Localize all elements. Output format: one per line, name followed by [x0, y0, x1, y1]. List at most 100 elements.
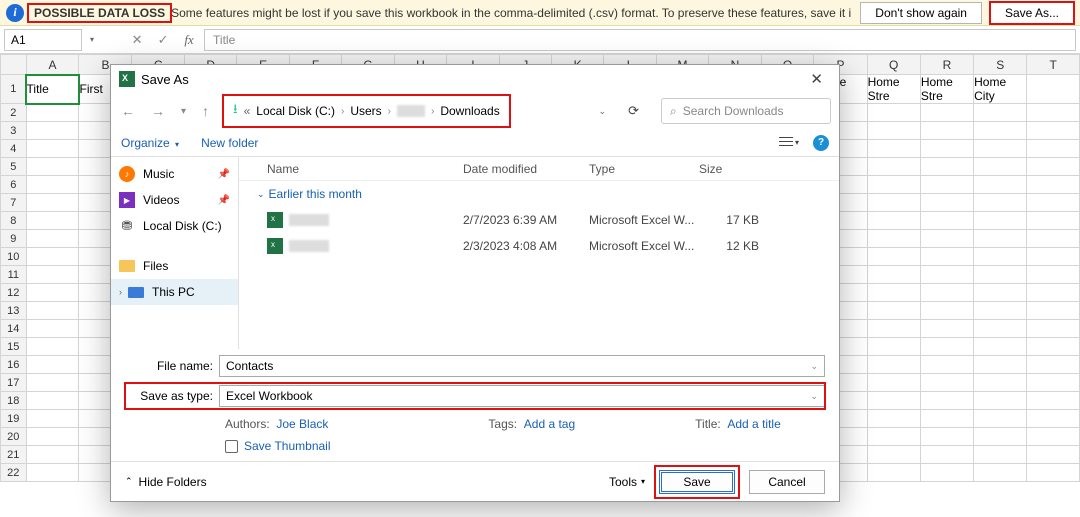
up-icon[interactable]: ↑ [200, 101, 211, 121]
cell[interactable] [867, 284, 920, 302]
cell[interactable] [26, 410, 79, 428]
forward-icon[interactable]: → [149, 101, 167, 121]
folder-tree[interactable]: ♪Music📌▶Videos📌⛃Local Disk (C:)Files›Thi… [111, 157, 239, 349]
cell[interactable] [26, 284, 79, 302]
cell[interactable] [26, 122, 79, 140]
back-icon[interactable]: ← [119, 101, 137, 121]
save-as-type-select[interactable]: Excel Workbook⌄ [219, 385, 825, 407]
cell[interactable] [974, 248, 1027, 266]
cell[interactable] [26, 320, 79, 338]
hide-folders-button[interactable]: ⌃Hide Folders [125, 475, 207, 489]
cell[interactable] [867, 158, 920, 176]
cell[interactable] [867, 302, 920, 320]
cell[interactable] [26, 446, 79, 464]
row-header[interactable]: 13 [1, 302, 27, 320]
cell[interactable]: Title [26, 75, 79, 104]
cell[interactable] [1027, 122, 1080, 140]
cell[interactable] [867, 176, 920, 194]
cell[interactable] [26, 140, 79, 158]
cell[interactable] [974, 122, 1027, 140]
cell[interactable] [867, 212, 920, 230]
crumb-users[interactable]: Users [350, 104, 381, 118]
name-box[interactable] [4, 29, 82, 51]
breadcrumb[interactable]: ⭳ « Local Disk (C:) › Users › › Download… [223, 95, 510, 127]
cell[interactable] [974, 158, 1027, 176]
cell[interactable] [867, 428, 920, 446]
row-header[interactable]: 17 [1, 374, 27, 392]
cell[interactable] [1027, 140, 1080, 158]
row-header[interactable]: 3 [1, 122, 27, 140]
cell[interactable] [867, 338, 920, 356]
cell[interactable] [920, 122, 973, 140]
cell[interactable] [974, 410, 1027, 428]
save-thumbnail-checkbox[interactable] [225, 440, 238, 453]
cell[interactable] [867, 464, 920, 482]
cell[interactable] [920, 248, 973, 266]
cell[interactable] [974, 446, 1027, 464]
row-header[interactable]: 14 [1, 320, 27, 338]
cell[interactable] [26, 338, 79, 356]
organize-menu[interactable]: Organize ▾ [121, 136, 179, 150]
cell[interactable] [1027, 266, 1080, 284]
cell[interactable] [920, 446, 973, 464]
cell[interactable] [920, 320, 973, 338]
cell[interactable] [26, 356, 79, 374]
cell[interactable] [974, 140, 1027, 158]
cell[interactable] [867, 230, 920, 248]
cell[interactable] [1027, 428, 1080, 446]
cell[interactable] [920, 212, 973, 230]
chevron-down-icon[interactable]: ⌄ [810, 391, 818, 402]
row-header[interactable]: 19 [1, 410, 27, 428]
tree-item[interactable]: ▶Videos📌 [111, 187, 238, 213]
cell[interactable] [867, 410, 920, 428]
cancel-button[interactable]: Cancel [749, 470, 825, 494]
row-header[interactable]: 22 [1, 464, 27, 482]
cell[interactable] [920, 428, 973, 446]
cell[interactable] [867, 194, 920, 212]
cell[interactable] [867, 320, 920, 338]
enter-formula-icon[interactable]: ✓ [152, 29, 174, 51]
tools-menu[interactable]: Tools▾ [609, 475, 645, 489]
cell[interactable] [974, 428, 1027, 446]
cell[interactable] [920, 302, 973, 320]
cell[interactable] [26, 104, 79, 122]
cell[interactable] [26, 464, 79, 482]
cell[interactable] [974, 374, 1027, 392]
row-header[interactable]: 10 [1, 248, 27, 266]
cell[interactable] [867, 122, 920, 140]
cell[interactable] [1027, 464, 1080, 482]
cell[interactable] [1027, 356, 1080, 374]
crumb-disk[interactable]: Local Disk (C:) [256, 104, 335, 118]
row-header[interactable]: 7 [1, 194, 27, 212]
cell[interactable] [974, 266, 1027, 284]
cell[interactable] [26, 194, 79, 212]
row-header[interactable]: 4 [1, 140, 27, 158]
row-header[interactable]: 9 [1, 230, 27, 248]
cell[interactable] [26, 302, 79, 320]
cell[interactable] [26, 374, 79, 392]
cell[interactable] [1027, 75, 1080, 104]
save-as-button[interactable]: Save As... [990, 2, 1074, 24]
cell[interactable] [26, 428, 79, 446]
formula-input[interactable] [204, 29, 1076, 51]
cell[interactable] [974, 212, 1027, 230]
view-mode-button[interactable]: ▾ [779, 137, 799, 148]
row-header[interactable]: 15 [1, 338, 27, 356]
cell[interactable] [867, 248, 920, 266]
row-header[interactable]: 21 [1, 446, 27, 464]
cell[interactable] [26, 266, 79, 284]
file-list-header[interactable]: Name Date modified Type Size [239, 157, 839, 181]
name-box-dropdown-icon[interactable]: ▾ [86, 35, 98, 44]
file-row[interactable]: 2/3/2023 4:08 AMMicrosoft Excel W...12 K… [239, 233, 839, 259]
save-button[interactable]: Save [659, 470, 735, 494]
file-name-input[interactable]: Contacts⌄ [219, 355, 825, 377]
cell[interactable] [974, 104, 1027, 122]
column-header[interactable]: T [1027, 55, 1080, 75]
crumb-user-blurred[interactable] [397, 105, 425, 117]
cell[interactable] [974, 392, 1027, 410]
cell[interactable] [1027, 176, 1080, 194]
file-list[interactable]: Name Date modified Type Size ⌄Earlier th… [239, 157, 839, 349]
cell[interactable] [1027, 104, 1080, 122]
cell[interactable] [974, 356, 1027, 374]
cancel-formula-icon[interactable]: ✕ [126, 29, 148, 51]
